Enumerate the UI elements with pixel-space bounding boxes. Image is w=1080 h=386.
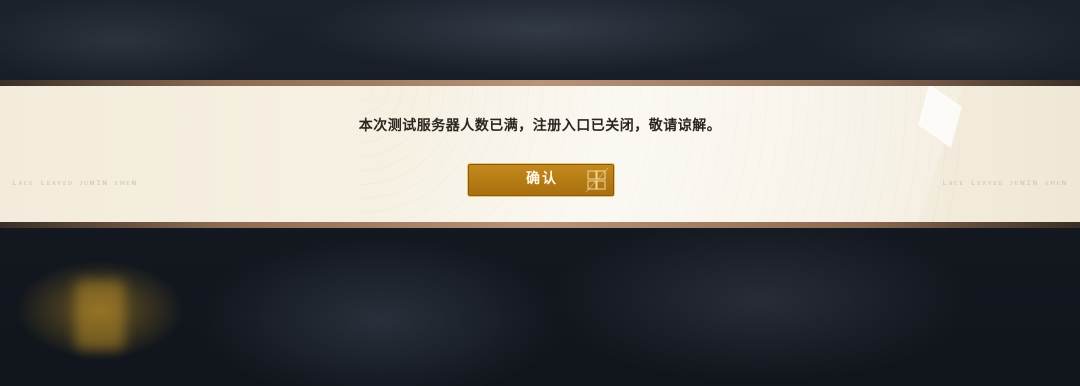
decor-text-left: ʟᴀᴄᴇ ʟᴇᴀᴠᴇᴅ ᴊᴜɴɪɴ ᴇʜᴇɴ [12,178,138,187]
confirm-button[interactable]: 确认 [467,163,615,197]
decor-text-right: ʟᴀᴄᴇ ʟᴇᴀᴠᴇᴅ ᴊᴜɴɪɴ ᴇʜᴇɴ [942,178,1068,187]
blurred-background-item [75,280,125,350]
notice-dialog: ʟᴀᴄᴇ ʟᴇᴀᴠᴇᴅ ᴊᴜɴɪɴ ᴇʜᴇɴ ʟᴀᴄᴇ ʟᴇᴀᴠᴇᴅ ᴊᴜɴɪɴ… [0,80,1080,228]
dialog-message: 本次测试服务器人数已满，注册入口已关闭，敬请谅解。 [358,118,722,134]
blurred-game-background: ʟᴀᴄᴇ ʟᴇᴀᴠᴇᴅ ᴊᴜɴɪɴ ᴇʜᴇɴ ʟᴀᴄᴇ ʟᴇᴀᴠᴇᴅ ᴊᴜɴɪɴ… [0,0,1080,386]
dialog-panel: ʟᴀᴄᴇ ʟᴇᴀᴠᴇᴅ ᴊᴜɴɪɴ ᴇʜᴇɴ ʟᴀᴄᴇ ʟᴇᴀᴠᴇᴅ ᴊᴜɴɪɴ… [0,86,1080,222]
dialog-bottom-border [0,222,1080,228]
button-ornament-icon [586,168,608,192]
dialog-light-band [350,86,970,222]
